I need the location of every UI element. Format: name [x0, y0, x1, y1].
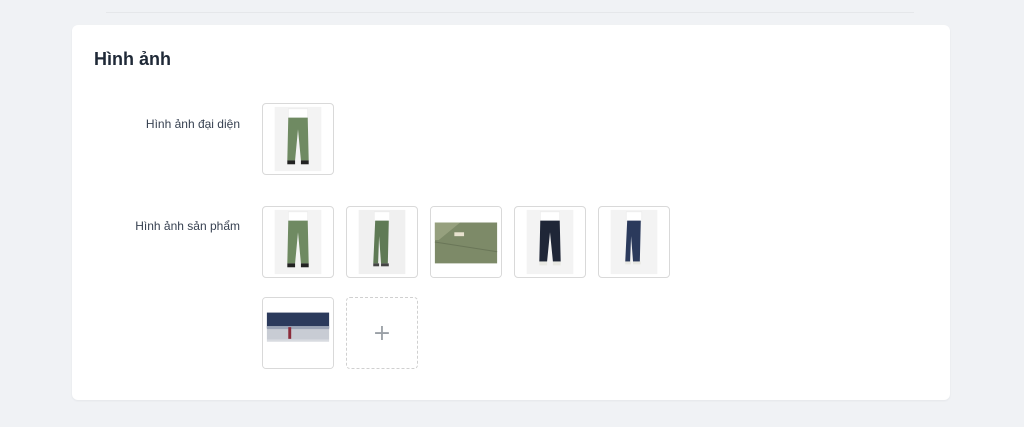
product-image-thumbnail[interactable] [430, 206, 502, 278]
olive-chino-side-image [358, 209, 406, 275]
selvedge-denim-cuff-image [263, 298, 333, 368]
representative-image-thumbnail[interactable] [262, 103, 334, 175]
olive-chino-front-image [274, 106, 322, 172]
navy-jeans-front-image [526, 209, 574, 275]
olive-fabric-closeup-image [431, 207, 501, 277]
product-image-thumbnail[interactable] [262, 297, 334, 369]
product-images-label: Hình ảnh sản phẩm [135, 219, 240, 233]
product-image-thumbnail[interactable] [514, 206, 586, 278]
top-divider [106, 12, 914, 13]
upload-image-button[interactable]: + [346, 297, 418, 369]
images-card: Hình ảnh Hình ảnh đại diện Hình ảnh sản … [72, 25, 950, 400]
section-title: Hình ảnh [94, 49, 171, 69]
representative-image-label: Hình ảnh đại diện [145, 117, 240, 131]
product-image-thumbnail[interactable] [598, 206, 670, 278]
olive-chino-front-image [274, 209, 322, 275]
navy-jeans-side-image [610, 209, 658, 275]
product-image-thumbnail[interactable] [346, 206, 418, 278]
product-image-thumbnail[interactable] [262, 206, 334, 278]
plus-icon: + [372, 320, 392, 346]
